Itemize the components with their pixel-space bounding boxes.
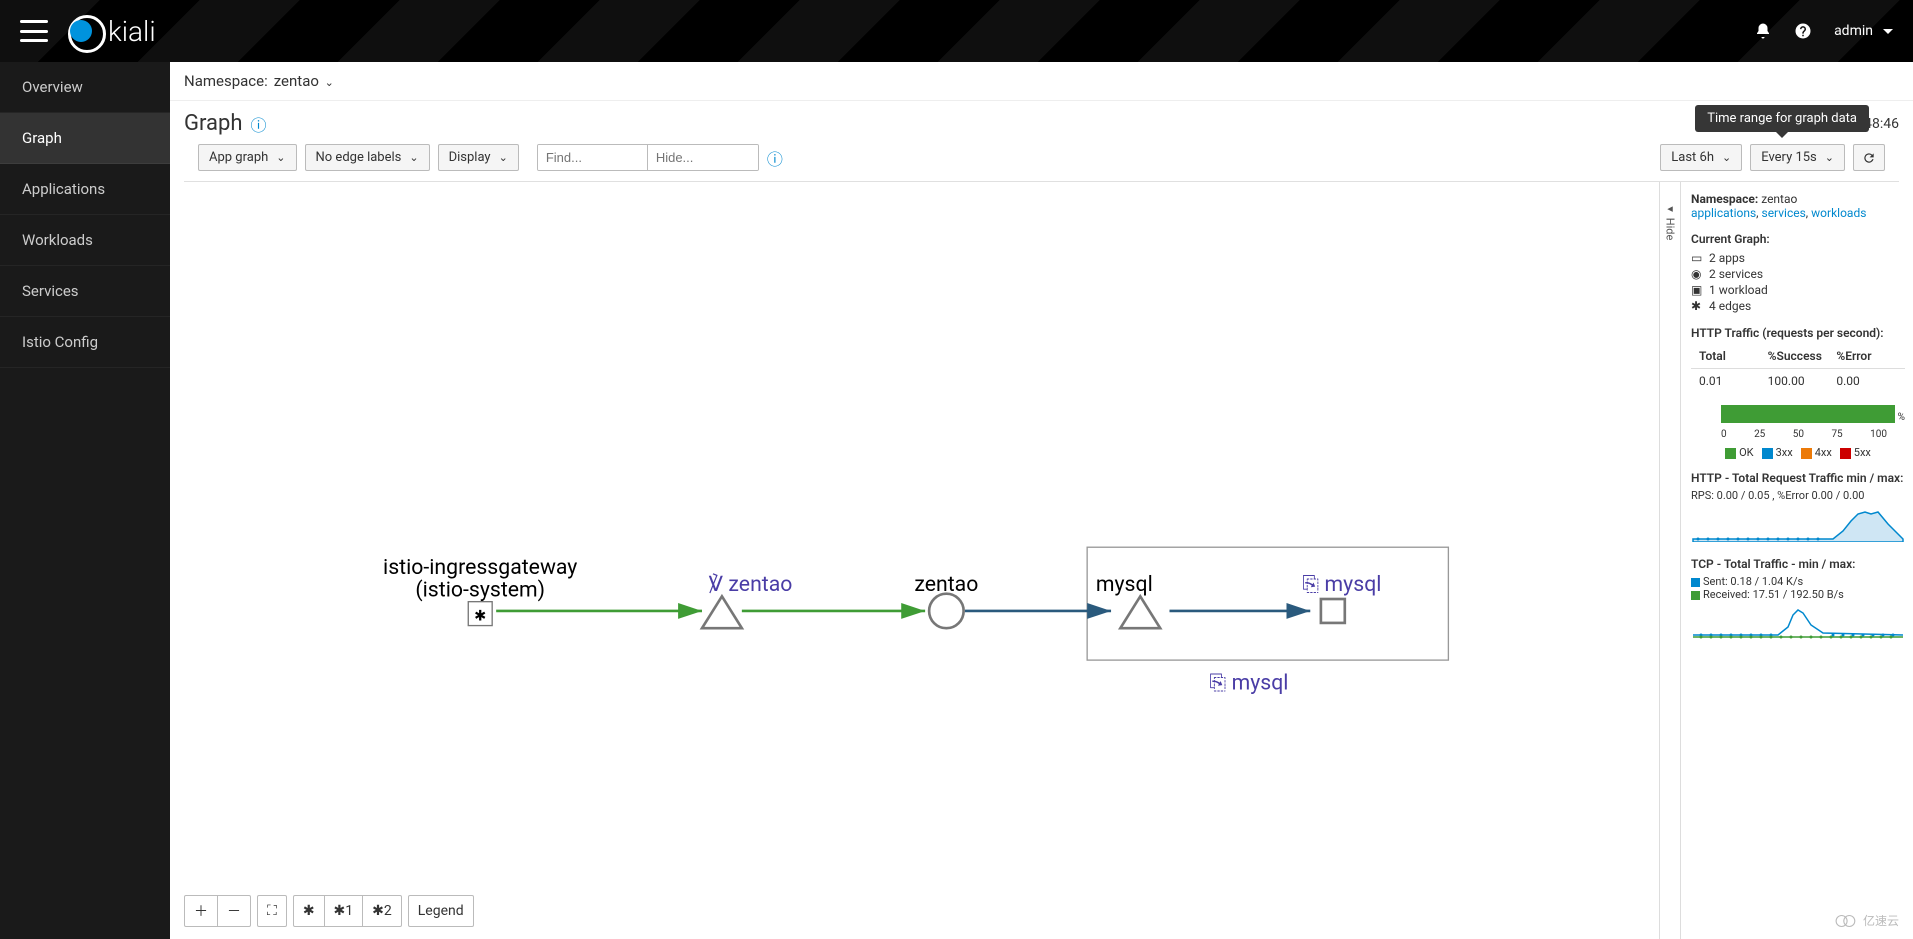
tcp-header: TCP - Total Traffic - min / max: xyxy=(1691,557,1905,571)
find-hide-group xyxy=(537,144,759,171)
col-total: Total xyxy=(1691,349,1768,363)
http-traffic-header: HTTP Traffic (requests per second): xyxy=(1691,326,1905,340)
graph-canvas[interactable]: istio-ingressgateway (istio-system) ✱ ℣ … xyxy=(170,182,1659,939)
sidebar-item-graph[interactable]: Graph xyxy=(0,113,170,164)
zoom-in-button[interactable]: ＋ xyxy=(185,896,218,926)
panel-link-applications[interactable]: applications xyxy=(1691,206,1756,220)
layout-1-button[interactable]: ✱1 xyxy=(325,896,364,926)
fit-button[interactable]: ⛶ xyxy=(258,896,286,926)
breadcrumb: Namespace: zentao ⌄ xyxy=(170,62,1913,101)
topbar: kiali admin xyxy=(0,0,1913,62)
display-select[interactable]: Display⌄ xyxy=(438,144,519,171)
col-success: %Success xyxy=(1768,349,1837,363)
graph-type-select[interactable]: App graph⌄ xyxy=(198,144,297,171)
chevron-down-icon xyxy=(1883,29,1893,34)
find-help-icon[interactable]: ⓘ xyxy=(767,146,783,170)
find-input[interactable] xyxy=(538,145,648,170)
notification-bell-icon[interactable] xyxy=(1754,22,1772,40)
current-graph-label: Current Graph: xyxy=(1691,232,1905,246)
stat-edges: ✱4 edges xyxy=(1691,298,1905,314)
sidebar-item-services[interactable]: Services xyxy=(0,266,170,317)
namespace-label: Namespace: xyxy=(184,72,268,90)
panel-ns-label: Namespace: xyxy=(1691,192,1758,206)
watermark: 亿速云 xyxy=(1835,912,1899,929)
val-success: 100.00 xyxy=(1768,374,1837,388)
panel-link-services[interactable]: services xyxy=(1762,206,1806,220)
mysql-app-node[interactable] xyxy=(1120,596,1160,628)
refresh-interval-select[interactable]: Every 15s⌄ xyxy=(1750,144,1845,171)
zentao-app-node[interactable] xyxy=(929,594,964,629)
status-legend: OK 3xx 4xx 5xx xyxy=(1691,446,1905,459)
brand-logo[interactable]: kiali xyxy=(68,15,156,48)
info-icon[interactable]: ⓘ xyxy=(250,112,266,136)
namespace-selector[interactable]: zentao ⌄ xyxy=(274,72,334,90)
user-menu[interactable]: admin xyxy=(1834,23,1893,39)
http-req-sub: RPS: 0.00 / 0.05 , %Error 0.00 / 0.00 xyxy=(1691,489,1905,502)
mysql-app-label: mysql xyxy=(1096,572,1153,597)
side-panel: Namespace: zentao applications, services… xyxy=(1681,182,1913,939)
zentao-svc-node[interactable] xyxy=(702,596,742,628)
tcp-sparkline xyxy=(1691,605,1905,641)
http-sparkline xyxy=(1691,506,1905,542)
kiali-logo-icon xyxy=(68,15,100,47)
legend-button[interactable]: Legend xyxy=(409,896,473,926)
stat-apps: ▭2 apps xyxy=(1691,250,1905,266)
panel-hide-toggle[interactable]: ◂ Hide xyxy=(1659,182,1681,939)
zoom-out-button[interactable]: － xyxy=(218,896,250,926)
http-status-bar: % xyxy=(1691,405,1905,423)
hamburger-menu[interactable] xyxy=(20,20,48,42)
tcp-recv: Received: 17.51 / 192.50 B/s xyxy=(1691,588,1905,601)
help-icon[interactable] xyxy=(1794,22,1812,40)
refresh-button[interactable] xyxy=(1853,144,1885,171)
zentao-svc-label: ℣ zentao xyxy=(709,572,793,597)
gateway-label1: istio-ingressgateway xyxy=(383,555,577,580)
panel-link-workloads[interactable]: workloads xyxy=(1811,206,1866,220)
layout-default-button[interactable]: ✱ xyxy=(294,896,325,926)
stat-workload: ▣1 workload xyxy=(1691,282,1905,298)
val-total: 0.01 xyxy=(1691,374,1768,388)
http-req-header: HTTP - Total Request Traffic min / max: xyxy=(1691,471,1905,485)
graph-controls: ＋ － ⛶ ✱ ✱1 ✱2 Legend xyxy=(184,895,474,927)
sidebar-item-applications[interactable]: Applications xyxy=(0,164,170,215)
sidebar-item-istio-config[interactable]: Istio Config xyxy=(0,317,170,368)
panel-ns-value: zentao xyxy=(1761,192,1797,206)
tooltip: Time range for graph data xyxy=(1695,105,1869,132)
mysql-svc-node[interactable] xyxy=(1321,599,1345,623)
sidebar: Overview Graph Applications Workloads Se… xyxy=(0,62,170,939)
duration-select[interactable]: Last 6h⌄ xyxy=(1660,144,1742,171)
stat-services: ◉2 services xyxy=(1691,266,1905,282)
toolbar: App graph⌄ No edge labels⌄ Display⌄ ⓘ La… xyxy=(184,144,1899,182)
gateway-label2: (istio-system) xyxy=(415,577,545,602)
tcp-sent: Sent: 0.18 / 1.04 K/s xyxy=(1691,575,1905,588)
user-name: admin xyxy=(1834,23,1873,39)
layout-2-button[interactable]: ✱2 xyxy=(363,896,401,926)
val-error: 0.00 xyxy=(1836,374,1905,388)
mysql-box-label: ⎘ mysql xyxy=(1209,670,1288,695)
sidebar-item-overview[interactable]: Overview xyxy=(0,62,170,113)
brand-text: kiali xyxy=(108,15,156,48)
page-title: Graph xyxy=(184,111,242,136)
hide-input[interactable] xyxy=(648,145,758,170)
edge-labels-select[interactable]: No edge labels⌄ xyxy=(305,144,430,171)
svg-text:✱: ✱ xyxy=(474,606,486,624)
mysql-svc-label: ⎘ mysql xyxy=(1302,572,1381,597)
sidebar-item-workloads[interactable]: Workloads xyxy=(0,215,170,266)
col-error: %Error xyxy=(1836,349,1905,363)
